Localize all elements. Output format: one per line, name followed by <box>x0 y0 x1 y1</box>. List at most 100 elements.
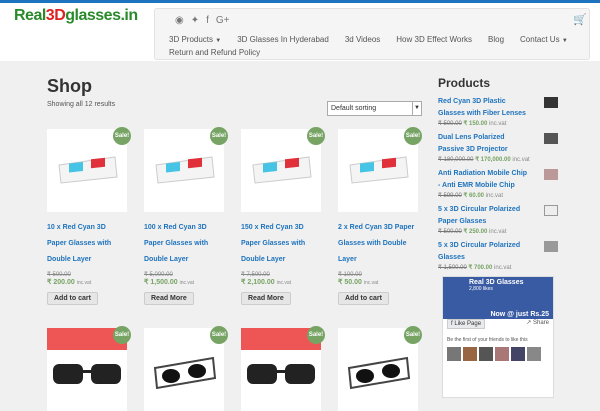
social-links: ◉ ✦ f G+ <box>175 15 230 26</box>
sale-badge: Sale! <box>210 127 228 145</box>
sort-value: Default sorting <box>331 105 377 112</box>
menu-item-3d-glasses-hyderabad[interactable]: 3D Glasses In Hyderabad <box>229 33 337 46</box>
main-menu: 3D Products ▼ 3D Glasses In Hyderabad 3d… <box>161 33 581 59</box>
logo-text-3d: 3D <box>45 7 66 24</box>
result-count: Showing all 12 results <box>47 101 116 108</box>
sidebar-product-price: ₹ 500.00 ₹ 150.00 inc.vat <box>438 121 507 127</box>
site-header: Real3Dglasses.in ◉ ✦ f G+ 🛒 3D Products … <box>0 3 600 61</box>
sidebar-product-name[interactable]: Anti Radiation Mobile Chip - Anti EMR Mo… <box>438 168 530 192</box>
facebook-likes: 2,800 likes <box>469 286 493 292</box>
sale-badge: Sale! <box>307 127 325 145</box>
polarized-glasses-icon <box>347 356 411 389</box>
sidebar-product-price: ₹ 599.00 ₹ 60.00 inc.vat <box>438 193 504 199</box>
product-card: Sale! 2 x Red Cyan 3D Paper Glasses with… <box>338 127 422 305</box>
share-icon: ↗ <box>526 320 533 326</box>
sidebar-product: Dual Lens Polarized Passive 3D Projector… <box>438 132 558 168</box>
add-to-cart-button[interactable]: Add to cart <box>338 292 389 305</box>
product-card: Sale! 100 x Red Cyan 3D Paper Glasses wi… <box>144 127 228 305</box>
product-card: Sale! <box>338 326 422 411</box>
old-price: ₹ 500.00 <box>47 272 71 278</box>
paper-glasses-icon <box>155 155 215 184</box>
page-title: Shop <box>47 76 92 96</box>
price: ₹ 1,500.00 inc.vat <box>144 279 195 286</box>
menu-item-3d-videos[interactable]: 3d Videos <box>337 33 388 46</box>
sidebar-product-name[interactable]: Dual Lens Polarized Passive 3D Projector <box>438 132 530 156</box>
price: ₹ 50.00 inc.vat <box>338 279 379 286</box>
sidebar-product-thumb[interactable] <box>544 241 558 252</box>
chevron-down-icon: ▼ <box>561 38 568 44</box>
old-price: ₹ 7,500.00 <box>241 272 270 278</box>
sale-badge: Sale! <box>307 326 325 344</box>
read-more-button[interactable]: Read More <box>241 292 291 305</box>
sidebar-product-thumb[interactable] <box>544 97 558 108</box>
product-name[interactable]: 2 x Red Cyan 3D Paper Glasses with Doubl… <box>338 220 418 268</box>
menu-item-how-3d-works[interactable]: How 3D Effect Works <box>388 33 480 46</box>
paper-glasses-icon <box>252 155 312 184</box>
price: ₹ 2,100.00 inc.vat <box>241 279 292 286</box>
sidebar-product: Red Cyan 3D Plastic Glasses with Fiber L… <box>438 96 558 132</box>
facebook-friends-text: Be the first of your friends to like thi… <box>447 337 528 343</box>
facebook-cover[interactable]: Real 3D Glasses 2,800 likes Now @ just R… <box>443 277 553 319</box>
sidebar-product-thumb[interactable] <box>544 133 558 144</box>
sidebar-product: 5 x 3D Circular Polarized Glasses ₹ 1,50… <box>438 240 558 276</box>
paper-glasses-icon <box>58 155 118 184</box>
avatar[interactable] <box>527 347 541 361</box>
menu-item-return-policy[interactable]: Return and Refund Policy <box>161 46 268 59</box>
sale-badge: Sale! <box>404 326 422 344</box>
sidebar-title: Products <box>438 76 491 90</box>
sidebar: Products Red Cyan 3D Plastic Glasses wit… <box>438 76 558 276</box>
avatar[interactable] <box>479 347 493 361</box>
sidebar-product-price: ₹ 180,000.00 ₹ 170,000.00 inc.vat <box>438 157 530 163</box>
old-price: ₹ 5,000.00 <box>144 272 173 278</box>
sidebar-product-name[interactable]: Red Cyan 3D Plastic Glasses with Fiber L… <box>438 96 530 120</box>
sale-badge: Sale! <box>113 127 131 145</box>
avatar[interactable] <box>495 347 509 361</box>
facebook-page-name[interactable]: Real 3D Glasses <box>469 279 549 286</box>
twitter-icon[interactable]: ✦ <box>191 15 199 26</box>
chevron-down-icon: ▼ <box>412 102 421 115</box>
product-card: Sale! <box>47 326 131 411</box>
product-name[interactable]: 10 x Red Cyan 3D Paper Glasses with Doub… <box>47 220 127 268</box>
product-card: Sale! <box>144 326 228 411</box>
product-name[interactable]: 150 x Red Cyan 3D Paper Glasses with Dou… <box>241 220 321 268</box>
rss-icon[interactable]: ◉ <box>175 15 184 26</box>
cart-icon[interactable]: 🛒 <box>573 13 587 26</box>
facebook-faces <box>447 347 541 361</box>
menu-item-3d-products[interactable]: 3D Products ▼ <box>161 33 229 46</box>
sort-select[interactable]: Default sorting ▼ <box>327 101 422 116</box>
facebook-widget: Real 3D Glasses 2,800 likes Now @ just R… <box>442 276 554 398</box>
polarized-glasses-icon <box>153 356 217 389</box>
read-more-button[interactable]: Read More <box>144 292 194 305</box>
avatar[interactable] <box>511 347 525 361</box>
avatar[interactable] <box>463 347 477 361</box>
avatar[interactable] <box>447 347 461 361</box>
product-card: Sale! <box>241 326 325 411</box>
logo-text-real: Real <box>14 7 46 24</box>
google-plus-icon[interactable]: G+ <box>216 15 230 26</box>
navigation-box: ◉ ✦ f G+ 🛒 3D Products ▼ 3D Glasses In H… <box>154 8 590 60</box>
logo-text-glasses: glasses.in <box>65 7 138 24</box>
sidebar-product-price: ₹ 1,500.00 ₹ 700.00 inc.vat <box>438 265 512 271</box>
paper-glasses-icon <box>349 155 409 184</box>
sidebar-product: 5 x 3D Circular Polarized Paper Glasses … <box>438 204 558 240</box>
sale-badge: Sale! <box>404 127 422 145</box>
sale-badge: Sale! <box>210 326 228 344</box>
product-card: Sale! 150 x Red Cyan 3D Paper Glasses wi… <box>241 127 325 305</box>
facebook-like-button[interactable]: f Like Page <box>447 319 486 329</box>
site-logo[interactable]: Real3Dglasses.in <box>14 7 138 25</box>
sidebar-product-name[interactable]: 5 x 3D Circular Polarized Paper Glasses <box>438 204 530 228</box>
sidebar-product-thumb[interactable] <box>544 169 558 180</box>
facebook-share-button[interactable]: ↗ Share <box>526 319 549 326</box>
sale-badge: Sale! <box>113 326 131 344</box>
sidebar-product-price: ₹ 500.00 ₹ 250.00 inc.vat <box>438 229 507 235</box>
menu-item-contact-us[interactable]: Contact Us ▼ <box>512 33 576 46</box>
facebook-icon[interactable]: f <box>206 15 209 26</box>
old-price: ₹ 100.00 <box>338 272 362 278</box>
sidebar-product-thumb[interactable] <box>544 205 558 216</box>
sidebar-product: Anti Radiation Mobile Chip - Anti EMR Mo… <box>438 168 558 204</box>
price: ₹ 200.00 inc.vat <box>47 279 92 286</box>
product-name[interactable]: 100 x Red Cyan 3D Paper Glasses with Dou… <box>144 220 224 268</box>
sidebar-product-name[interactable]: 5 x 3D Circular Polarized Glasses <box>438 240 530 264</box>
add-to-cart-button[interactable]: Add to cart <box>47 292 98 305</box>
menu-item-blog[interactable]: Blog <box>480 33 512 46</box>
